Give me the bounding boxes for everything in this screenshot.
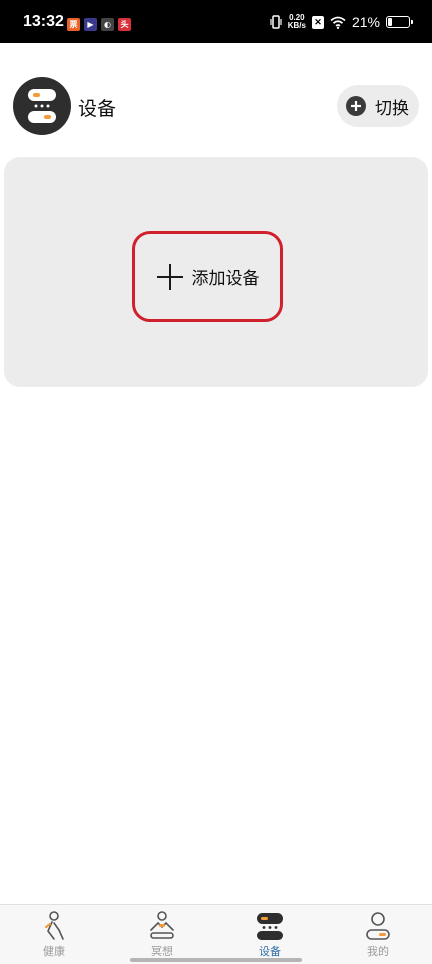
battery-fill (388, 18, 392, 26)
meditation-icon (150, 911, 174, 939)
status-indicators: 0.20 KB/s ✕ 21% (270, 14, 413, 30)
tab-device[interactable]: 设备 (216, 905, 324, 964)
video-app-icon: ▶ (84, 18, 97, 31)
device-icon (257, 913, 283, 940)
tab-device-label: 设备 (259, 945, 281, 958)
home-indicator[interactable] (130, 958, 302, 962)
tab-health[interactable]: 健康 (0, 905, 108, 964)
battery-percent: 21% (351, 14, 380, 30)
device-icon (28, 89, 56, 123)
plus-icon (156, 263, 183, 290)
wifi-icon (330, 16, 346, 29)
tab-meditation-label: 冥想 (151, 945, 173, 958)
plus-circle-icon (346, 96, 366, 116)
tab-profile[interactable]: 我的 (324, 905, 432, 964)
health-person-icon (44, 911, 64, 940)
tab-profile-label: 我的 (367, 945, 389, 958)
battery-icon (386, 16, 413, 28)
switch-label: 切换 (375, 98, 409, 119)
profile-icon (366, 912, 390, 940)
network-speed-unit: KB/s (287, 21, 306, 30)
swirl-app-icon: ◐ (101, 18, 114, 31)
ticket-app-icon: 票 (67, 18, 80, 31)
tab-meditation[interactable]: 冥想 (108, 905, 216, 964)
add-device-label: 添加设备 (191, 269, 260, 289)
sim-off-icon: ✕ (311, 15, 324, 29)
status-time: 13:32 (23, 13, 64, 30)
switch-device-button[interactable]: 切换 (337, 85, 419, 127)
device-avatar (13, 77, 71, 135)
vibrate-icon (270, 15, 282, 29)
network-speed: 0.20 KB/s (288, 14, 306, 30)
bottom-nav: 健康 冥想 设备 我的 (0, 904, 432, 964)
tab-health-label: 健康 (43, 945, 65, 958)
news-app-icon: 头 (118, 18, 131, 31)
notification-icons: 票 ▶ ◐ 头 (67, 18, 131, 31)
add-device-button[interactable]: 添加设备 (132, 231, 283, 322)
page-title: 设备 (78, 98, 117, 120)
status-bar: 13:32 票 ▶ ◐ 头 0.20 KB/s ✕ 21% (0, 0, 432, 43)
